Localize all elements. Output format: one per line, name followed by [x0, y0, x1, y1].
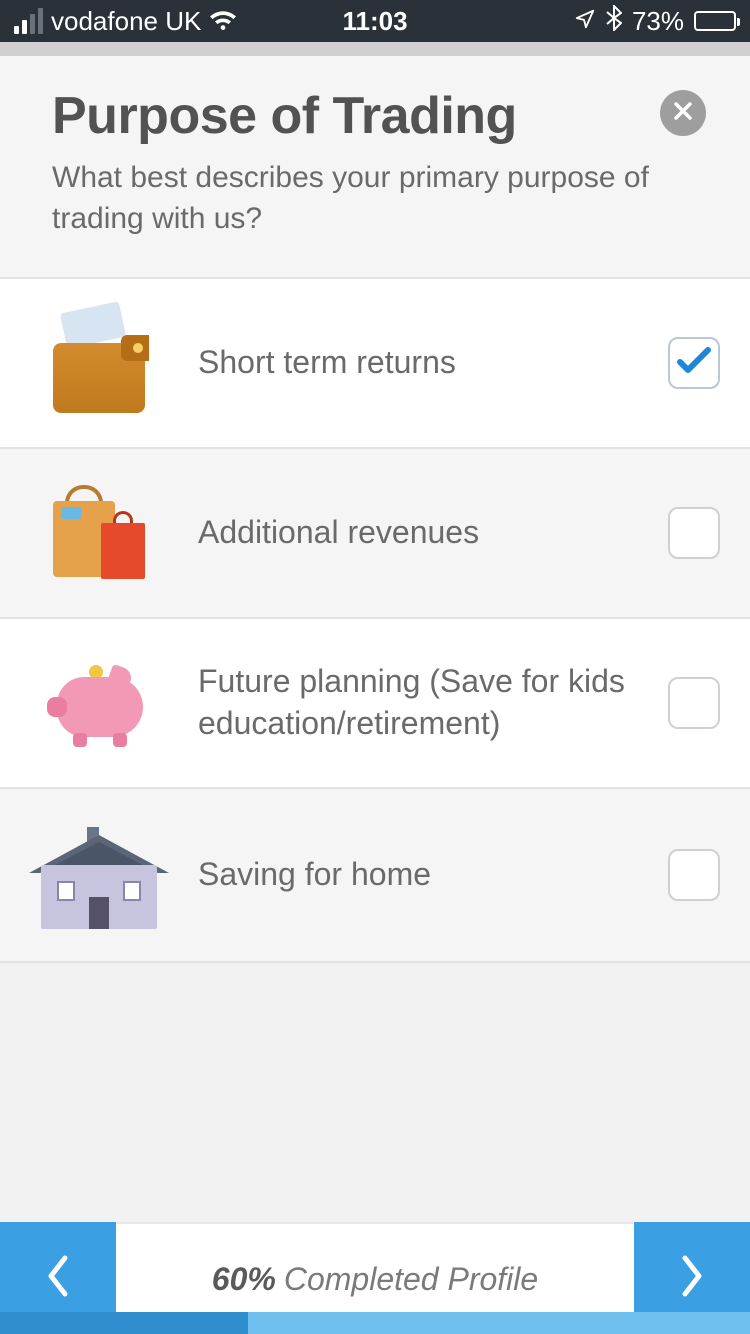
option-label: Short term returns [198, 342, 668, 384]
wifi-icon [209, 10, 237, 32]
close-button[interactable] [660, 90, 706, 136]
carrier-label: vodafone UK [51, 6, 201, 37]
status-right: 73% [574, 5, 736, 38]
option-checkbox[interactable] [668, 337, 720, 389]
option-short-term-returns[interactable]: Short term returns [0, 277, 750, 447]
status-time: 11:03 [342, 6, 407, 37]
option-checkbox[interactable] [668, 849, 720, 901]
location-icon [574, 6, 596, 37]
option-label: Future planning (Save for kids education… [198, 661, 668, 744]
status-bar: vodafone UK 11:03 73% [0, 0, 750, 42]
option-saving-for-home[interactable]: Saving for home [0, 787, 750, 961]
option-checkbox[interactable] [668, 677, 720, 729]
option-future-planning[interactable]: Future planning (Save for kids education… [0, 617, 750, 787]
progress-percent: 60% [212, 1261, 276, 1298]
page-subtitle: What best describes your primary purpose… [52, 158, 698, 239]
divider-strip [0, 42, 750, 56]
option-label: Saving for home [198, 854, 668, 896]
signal-icon [14, 8, 43, 34]
house-icon [0, 815, 198, 935]
bluetooth-icon [606, 5, 622, 38]
progress-bar [0, 1312, 750, 1334]
progress-text: Completed Profile [284, 1261, 538, 1298]
options-list: Short term returns Additional revenues F… [0, 277, 750, 963]
page-header: Purpose of Trading What best describes y… [0, 56, 750, 277]
shopping-bags-icon [0, 483, 198, 583]
status-left: vodafone UK [14, 6, 237, 37]
chevron-left-icon [43, 1252, 73, 1305]
battery-icon [694, 11, 736, 31]
page-title: Purpose of Trading [52, 86, 698, 146]
check-icon [676, 346, 712, 381]
wallet-icon [0, 313, 198, 413]
chevron-right-icon [677, 1252, 707, 1305]
battery-percent: 73% [632, 6, 684, 37]
option-checkbox[interactable] [668, 507, 720, 559]
list-divider [0, 961, 750, 963]
close-icon [673, 101, 693, 126]
option-label: Additional revenues [198, 512, 668, 554]
option-additional-revenues[interactable]: Additional revenues [0, 447, 750, 617]
piggy-bank-icon [0, 663, 198, 743]
